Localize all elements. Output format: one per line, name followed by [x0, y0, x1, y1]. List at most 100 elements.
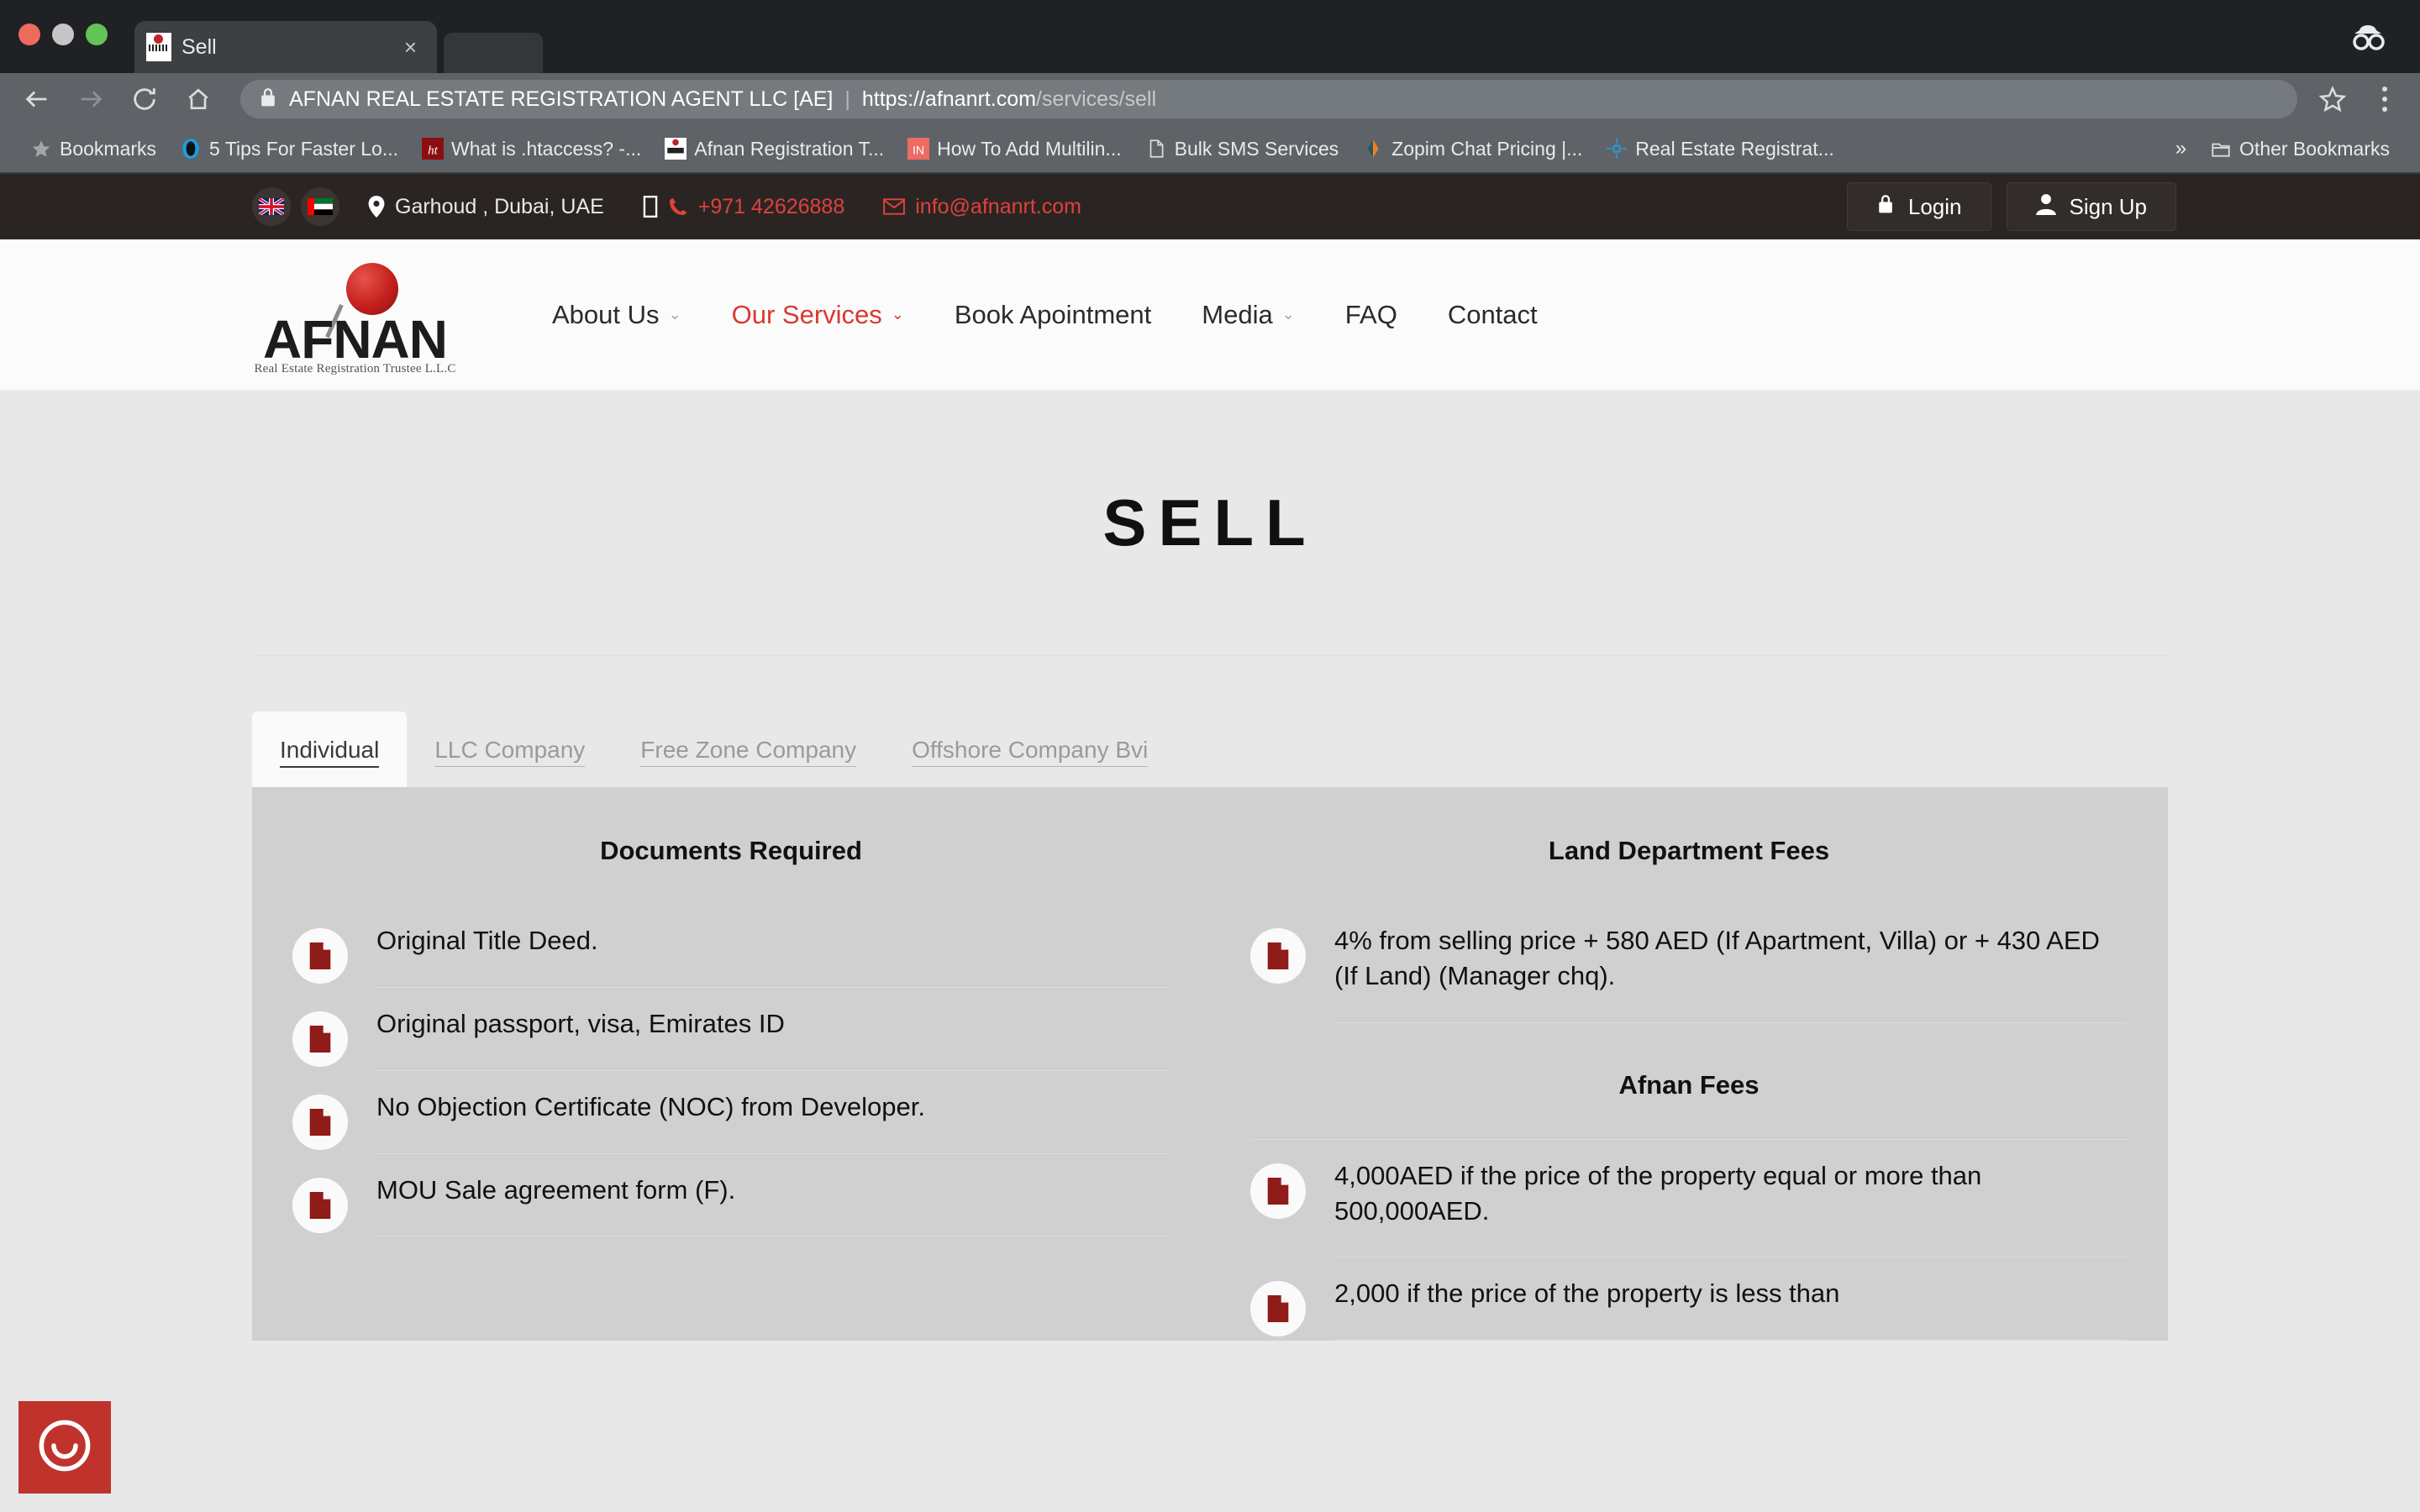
bookmark-item[interactable]: Real Estate Registrat...: [1594, 138, 1846, 160]
other-bookmarks-item[interactable]: Other Bookmarks: [2198, 138, 2402, 160]
bookmarks-overflow-icon[interactable]: »: [2164, 137, 2198, 160]
logo-pin-head-icon: [346, 262, 398, 315]
document-icon: [292, 1177, 348, 1233]
browser-toolbar: AFNAN REAL ESTATE REGISTRATION AGENT LLC…: [0, 73, 2420, 125]
svg-text:IN: IN: [913, 144, 924, 157]
tab-free-zone-company[interactable]: Free Zone Company: [613, 711, 884, 787]
lock-icon: [1876, 193, 1895, 221]
signup-button[interactable]: Sign Up: [2006, 182, 2176, 231]
blue-gear-icon: [1606, 138, 1628, 160]
chevron-down-icon: ⌄: [1281, 306, 1295, 323]
list-item-body: 4% from selling price + 580 AED (If Apar…: [1334, 923, 2128, 1023]
list-item-body: 4,000AED if the price of the property eq…: [1334, 1158, 2128, 1258]
bookmarks-label: Bookmarks: [60, 137, 157, 160]
tab-offshore-company-bvi[interactable]: Offshore Company Bvi: [884, 711, 1176, 787]
tab-individual[interactable]: Individual: [252, 711, 408, 787]
bookmark-label: What is .htaccess? -...: [451, 137, 642, 160]
blue-circle-icon: [180, 138, 202, 160]
reload-icon[interactable]: [126, 81, 163, 118]
flag-uae-icon: [308, 198, 333, 215]
nav-label: Our Services: [731, 299, 882, 329]
list-item-text: No Objection Certificate (NOC) from Deve…: [376, 1091, 925, 1121]
nav-item-about-us[interactable]: About Us ⌄: [527, 300, 707, 330]
address-bar[interactable]: AFNAN REAL ESTATE REGISTRATION AGENT LLC…: [240, 80, 2297, 118]
bookmark-item[interactable]: Afnan Registration T...: [653, 138, 896, 160]
zopim-icon: [1362, 138, 1384, 160]
list-item-body: 2,000 if the price of the property is le…: [1334, 1276, 2128, 1341]
site-logo[interactable]: AFNAN Real Estate Registration Trustee L…: [252, 256, 458, 375]
browser-tab[interactable]: Sell ×: [134, 21, 437, 73]
afnan-favicon: [665, 138, 687, 160]
documents-required-heading: Documents Required: [600, 836, 862, 865]
bookmark-item[interactable]: ht What is .htaccess? -...: [410, 138, 653, 160]
maximize-window-button[interactable]: [86, 24, 108, 45]
site-topbar: Garhoud , Dubai, UAE +971 42626888 info@…: [0, 174, 2420, 239]
bookmark-label: Zopim Chat Pricing |...: [1392, 137, 1583, 160]
tab-title: Sell: [182, 34, 217, 59]
login-button[interactable]: Login: [1846, 182, 1991, 231]
forward-icon[interactable]: [72, 81, 109, 118]
home-icon[interactable]: [180, 81, 217, 118]
list-item-body: Original passport, visa, Emirates ID: [376, 1006, 1170, 1071]
list-item: Original Title Deed.: [292, 905, 1170, 988]
bookmarks-manager-item[interactable]: Bookmarks: [18, 138, 168, 160]
hero-section: SELL: [0, 391, 2420, 655]
bookmark-item[interactable]: Bulk SMS Services: [1134, 138, 1351, 160]
fees-column: Land Department Fees 4% from selling pri…: [1210, 836, 2168, 1341]
signup-label: Sign Up: [2069, 193, 2148, 219]
list-item-text: Original passport, visa, Emirates ID: [376, 1008, 785, 1038]
afnan-favicon: [146, 33, 171, 61]
back-icon[interactable]: [18, 81, 55, 118]
tab-label: Offshore Company Bvi: [912, 737, 1149, 767]
browser-window: Sell × AFNAN REAL ESTATE REGISTRATION AG…: [0, 0, 2420, 1512]
star-icon: [30, 138, 52, 160]
document-icon: [1250, 928, 1306, 984]
star-icon[interactable]: [2314, 81, 2351, 118]
url-text: https://afnanrt.com/services/sell: [862, 87, 1156, 112]
close-icon[interactable]: ×: [396, 34, 425, 60]
document-icon: [292, 1011, 348, 1067]
document-icon: [292, 1094, 348, 1150]
phone-number[interactable]: +971 42626888: [698, 195, 845, 219]
kebab-menu-icon[interactable]: [2368, 87, 2402, 112]
envelope-icon: [883, 197, 906, 216]
nav-item-media[interactable]: Media ⌄: [1176, 300, 1320, 330]
bookmark-item[interactable]: 5 Tips For Faster Lo...: [168, 138, 410, 160]
nav-label: Contact: [1447, 299, 1538, 329]
tab-llc-company[interactable]: LLC Company: [407, 711, 613, 787]
minimize-window-button[interactable]: [52, 24, 74, 45]
window-controls[interactable]: [18, 24, 108, 45]
nav-label: Media: [1202, 299, 1273, 329]
incognito-icon: [2344, 18, 2391, 55]
new-tab-button[interactable]: [444, 33, 543, 73]
afnan-fees-heading: Afnan Fees: [1618, 1069, 1760, 1100]
chat-smiley-icon: [32, 1413, 97, 1483]
bookmark-item[interactable]: IN How To Add Multilin...: [896, 138, 1133, 160]
browser-titlebar: Sell ×: [0, 0, 2420, 73]
bookmark-item[interactable]: Zopim Chat Pricing |...: [1350, 138, 1594, 160]
document-icon: [1250, 1281, 1306, 1337]
list-item: 2,000 if the price of the property is le…: [1250, 1257, 2128, 1341]
map-pin-icon: [368, 196, 385, 218]
email-address[interactable]: info@afnanrt.com: [915, 195, 1081, 219]
list-item-text: 4% from selling price + 580 AED (If Apar…: [1334, 926, 2100, 990]
chat-widget-button[interactable]: [18, 1401, 111, 1494]
main-navigation: About Us ⌄ Our Services ⌄ Book Apointmen…: [527, 300, 1563, 330]
language-switcher[interactable]: [252, 187, 339, 226]
page-viewport: Garhoud , Dubai, UAE +971 42626888 info@…: [0, 174, 2420, 1512]
nav-label: About Us: [552, 299, 660, 329]
url-host: https://afnanrt.com: [861, 87, 1036, 111]
nav-item-faq[interactable]: FAQ: [1320, 300, 1423, 330]
linkedin-icon: IN: [908, 138, 930, 160]
page-icon: [1145, 138, 1167, 160]
site-identity-label: AFNAN REAL ESTATE REGISTRATION AGENT LLC…: [289, 87, 834, 111]
nav-item-our-services[interactable]: Our Services ⌄: [707, 300, 929, 330]
list-item-text: 2,000 if the price of the property is le…: [1334, 1278, 1840, 1309]
nav-item-contact[interactable]: Contact: [1423, 300, 1563, 330]
flag-uae-button[interactable]: [301, 187, 339, 226]
nav-item-book-apointment[interactable]: Book Apointment: [929, 300, 1176, 330]
close-window-button[interactable]: [18, 24, 40, 45]
flag-uk-button[interactable]: [252, 187, 291, 226]
bookmark-label: Afnan Registration T...: [694, 137, 885, 160]
list-item: MOU Sale agreement form (F).: [292, 1154, 1170, 1237]
